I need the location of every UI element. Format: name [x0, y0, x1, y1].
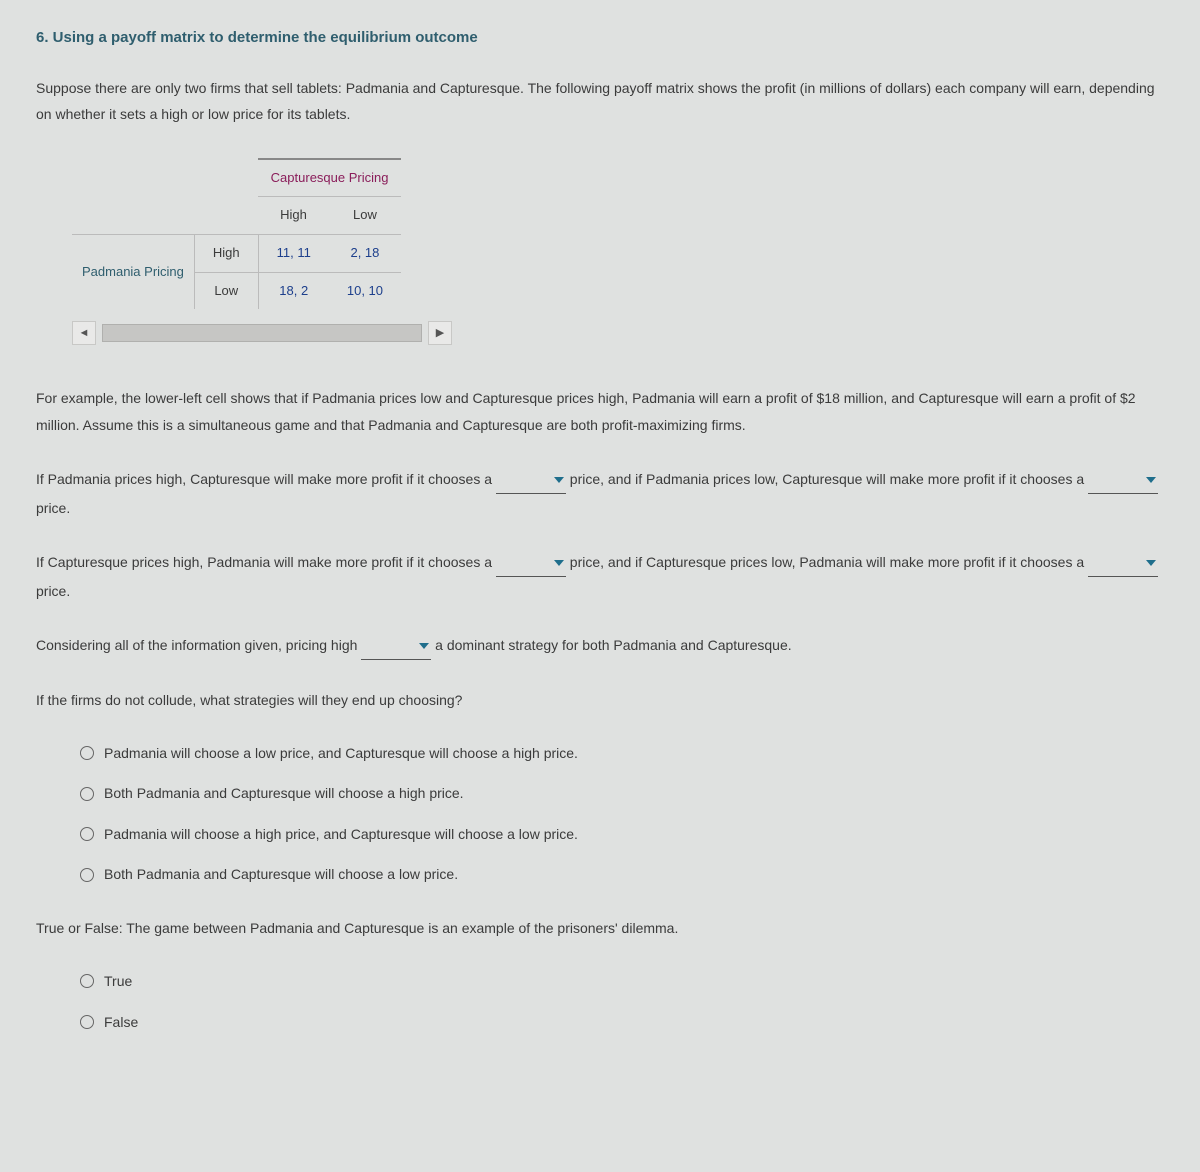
q1-dropdown-1[interactable] — [496, 465, 566, 494]
radio-icon — [80, 868, 94, 882]
q4-option-3-label: Both Padmania and Capturesque will choos… — [104, 861, 458, 888]
cell-ll: 10, 10 — [329, 272, 401, 309]
q2-text-b: price, and if Capturesque prices low, Pa… — [566, 554, 1088, 570]
chevron-down-icon — [419, 643, 429, 649]
q4-option-1[interactable]: Both Padmania and Capturesque will choos… — [80, 780, 1164, 807]
chevron-down-icon — [1146, 560, 1156, 566]
scroll-right-button[interactable]: ▶ — [428, 321, 452, 345]
question-3: Considering all of the information given… — [36, 631, 1164, 660]
question-5-prompt: True or False: The game between Padmania… — [36, 914, 1164, 942]
example-text: For example, the lower-left cell shows t… — [36, 385, 1164, 438]
q1-dropdown-2[interactable] — [1088, 465, 1158, 494]
question-1: If Padmania prices high, Capturesque wil… — [36, 465, 1164, 522]
q4-option-1-label: Both Padmania and Capturesque will choos… — [104, 780, 464, 807]
q1-text-a: If Padmania prices high, Capturesque wil… — [36, 471, 496, 487]
q5-false-label: False — [104, 1009, 138, 1036]
q3-text-b: a dominant strategy for both Padmania an… — [431, 637, 791, 653]
q3-text-a: Considering all of the information given… — [36, 637, 361, 653]
row-player-label: Padmania Pricing — [72, 235, 194, 310]
cell-lh: 18, 2 — [258, 272, 329, 309]
cell-hl: 2, 18 — [329, 235, 401, 273]
q4-option-3[interactable]: Both Padmania and Capturesque will choos… — [80, 861, 1164, 888]
triangle-right-icon: ▶ — [436, 323, 444, 344]
q4-option-2[interactable]: Padmania will choose a high price, and C… — [80, 821, 1164, 848]
col-high: High — [258, 197, 329, 235]
question-5-options: True False — [80, 968, 1164, 1035]
q4-option-0[interactable]: Padmania will choose a low price, and Ca… — [80, 740, 1164, 767]
q2-text-a: If Capturesque prices high, Padmania wil… — [36, 554, 496, 570]
question-2: If Capturesque prices high, Padmania wil… — [36, 548, 1164, 605]
chevron-down-icon — [1146, 477, 1156, 483]
q5-true-label: True — [104, 968, 132, 995]
scroll-left-button[interactable]: ◄ — [72, 321, 96, 345]
question-title: 6. Using a payoff matrix to determine th… — [36, 24, 1164, 53]
scroll-track[interactable] — [102, 324, 422, 342]
q1-text-b: price, and if Padmania prices low, Captu… — [566, 471, 1088, 487]
q5-option-true[interactable]: True — [80, 968, 1164, 995]
radio-icon — [80, 827, 94, 841]
triangle-left-icon: ◄ — [79, 323, 90, 344]
radio-icon — [80, 974, 94, 988]
intro-text: Suppose there are only two firms that se… — [36, 75, 1164, 128]
radio-icon — [80, 1015, 94, 1029]
q4-option-0-label: Padmania will choose a low price, and Ca… — [104, 740, 578, 767]
row-low: Low — [194, 272, 258, 309]
col-player-label: Capturesque Pricing — [258, 159, 401, 197]
q5-option-false[interactable]: False — [80, 1009, 1164, 1036]
question-4-options: Padmania will choose a low price, and Ca… — [80, 740, 1164, 888]
row-high: High — [194, 235, 258, 273]
question-4-prompt: If the firms do not collude, what strate… — [36, 686, 1164, 714]
cell-hh: 11, 11 — [258, 235, 329, 273]
q2-text-c: price. — [36, 583, 70, 599]
matrix-scrollbar: ◄ ▶ — [72, 321, 452, 345]
q2-dropdown-2[interactable] — [1088, 548, 1158, 577]
q2-dropdown-1[interactable] — [496, 548, 566, 577]
chevron-down-icon — [554, 560, 564, 566]
payoff-matrix: Capturesque Pricing High Low Padmania Pr… — [72, 158, 1164, 310]
radio-icon — [80, 787, 94, 801]
chevron-down-icon — [554, 477, 564, 483]
q3-dropdown[interactable] — [361, 631, 431, 660]
q1-text-c: price. — [36, 500, 70, 516]
col-low: Low — [329, 197, 401, 235]
radio-icon — [80, 746, 94, 760]
q4-option-2-label: Padmania will choose a high price, and C… — [104, 821, 578, 848]
